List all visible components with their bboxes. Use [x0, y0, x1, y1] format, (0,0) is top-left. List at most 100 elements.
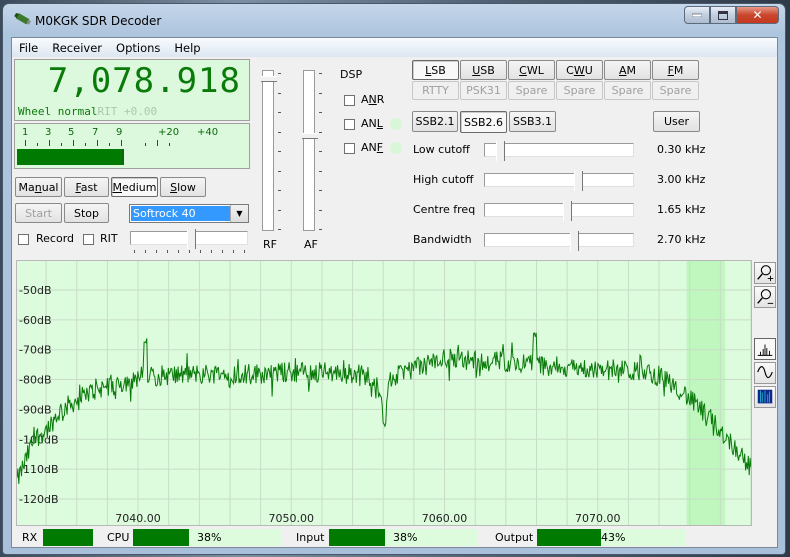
- menu-file[interactable]: File: [12, 41, 45, 55]
- minimize-button[interactable]: [684, 6, 710, 24]
- filter-high-cutoff-slider[interactable]: [484, 171, 634, 191]
- rx-label: RX: [22, 531, 38, 544]
- y-tick-label: -60dB: [19, 314, 52, 327]
- chevron-down-icon[interactable]: ▼: [230, 205, 248, 222]
- s-meter-scale-label: +20: [158, 127, 180, 138]
- slider-track: [484, 233, 634, 247]
- rf-gain-slider[interactable]: [261, 70, 277, 231]
- gain-tick: [278, 112, 281, 113]
- mode-lsb-button[interactable]: LSB: [412, 60, 459, 80]
- anr-checkbox[interactable]: [344, 95, 355, 106]
- af-gain-thumb[interactable]: [302, 133, 318, 139]
- output-meter-fill: [537, 529, 601, 546]
- anf-checkbox[interactable]: [344, 143, 355, 154]
- anl-checkbox[interactable]: [344, 119, 355, 130]
- mode-am-button[interactable]: AM: [604, 60, 651, 80]
- x-tick-label: 7050.00: [269, 512, 315, 525]
- mode-spare-button[interactable]: Spare: [652, 81, 699, 100]
- rit-tick: [211, 250, 212, 253]
- cpu-label: CPU: [107, 531, 130, 544]
- menu-receiver[interactable]: Receiver: [45, 41, 109, 55]
- gain-tick: [319, 73, 322, 74]
- mode-cwl-button[interactable]: CWL: [508, 60, 555, 80]
- zoom-in-button[interactable]: [754, 262, 776, 284]
- gain-tick: [278, 131, 281, 133]
- rit-tick: [222, 250, 223, 253]
- zoom-in-icon: [757, 265, 774, 282]
- filter-user-button[interactable]: User: [653, 111, 700, 132]
- slider-track: [484, 203, 634, 217]
- filter-ssb26-button[interactable]: SSB2.6: [460, 111, 507, 133]
- wheel-mode: Wheel normalRIT +0.00: [18, 105, 157, 118]
- menu-options[interactable]: Options: [109, 41, 167, 55]
- filter-centre-freq-slider[interactable]: [484, 201, 634, 221]
- spectrum-display[interactable]: -50dB -60dB -70dB -80dB -90dB -100dB -110dB -12…: [16, 260, 752, 526]
- menu-bar: File Receiver Options Help: [12, 38, 777, 57]
- rf-gain-thumb[interactable]: [261, 75, 277, 82]
- mode-rtty-button[interactable]: RTTY: [412, 81, 459, 100]
- y-tick-label: -120dB: [19, 493, 59, 506]
- gain-tick: [278, 190, 281, 191]
- agc-medium-button[interactable]: Medium: [111, 177, 158, 197]
- s-meter-tick: [61, 143, 62, 146]
- filter-ssb31-button[interactable]: SSB3.1: [509, 111, 556, 132]
- agc-manual-button[interactable]: Manual: [15, 177, 62, 197]
- mode-usb-button[interactable]: USB: [460, 60, 507, 80]
- menu-help[interactable]: Help: [167, 41, 207, 55]
- rit-slider-thumb[interactable]: [187, 229, 196, 249]
- mode-cwu-button[interactable]: CWU: [556, 60, 603, 80]
- gain-tick: [278, 229, 281, 230]
- mode-psk31-button[interactable]: PSK31: [460, 81, 507, 100]
- af-gain-slider[interactable]: [302, 70, 318, 231]
- waterfall-view-button[interactable]: [754, 386, 776, 408]
- rit-tick: [200, 250, 201, 253]
- zoom-out-button[interactable]: [754, 286, 776, 308]
- s-meter-scale-label: 9: [116, 127, 123, 138]
- gain-tick: [278, 170, 281, 172]
- rit-slider[interactable]: [130, 229, 248, 249]
- agc-fast-button[interactable]: Fast: [64, 177, 109, 197]
- s-meter-peak: [122, 149, 124, 165]
- device-select-value: Softrock 40: [131, 206, 230, 221]
- slider-thumb[interactable]: [495, 141, 505, 161]
- x-tick-label: 7060.00: [422, 512, 468, 525]
- s-meter-tick: [85, 143, 86, 146]
- mode-spare-button[interactable]: Spare: [604, 81, 651, 100]
- waveform-view-icon: [757, 366, 773, 379]
- stop-button[interactable]: Stop: [64, 203, 109, 223]
- af-label: AF: [304, 238, 318, 251]
- slider-thumb[interactable]: [570, 231, 579, 251]
- mode-fm-button[interactable]: FM: [652, 60, 699, 80]
- filter-low-cutoff-slider[interactable]: [484, 141, 634, 161]
- rit-label: RIT: [100, 232, 118, 245]
- gain-tick: [319, 112, 322, 113]
- record-checkbox[interactable]: [18, 234, 29, 245]
- mode-label: PSK31: [466, 84, 501, 97]
- spectrum-trace: [17, 332, 751, 484]
- s-meter-scale-label: 5: [68, 127, 75, 138]
- s-meter-scale-label: +40: [197, 127, 219, 138]
- filter-ssb21-button[interactable]: SSB2.1: [412, 111, 458, 132]
- x-tick-label: 7070.00: [575, 512, 621, 525]
- slider-thumb[interactable]: [574, 171, 584, 191]
- start-button[interactable]: Start: [15, 203, 62, 223]
- gain-tick: [319, 92, 322, 94]
- title-bar[interactable]: M0KGK SDR Decoder ✕: [3, 4, 785, 36]
- gain-tick: [319, 131, 322, 133]
- device-select[interactable]: Softrock 40 ▼: [129, 204, 249, 223]
- waveform-view-button[interactable]: [754, 362, 776, 384]
- mode-label: LSB: [425, 63, 446, 77]
- slider-thumb[interactable]: [563, 201, 572, 221]
- frequency-display[interactable]: 7,078.918 Wheel normalRIT +0.00: [14, 59, 250, 121]
- mode-spare-button[interactable]: Spare: [508, 81, 555, 100]
- filter-bandwidth-slider[interactable]: [484, 231, 634, 251]
- dsp-title: DSP: [340, 68, 363, 81]
- maximize-button[interactable]: [710, 6, 736, 24]
- rit-checkbox[interactable]: [83, 234, 94, 245]
- mode-spare-button[interactable]: Spare: [556, 81, 603, 100]
- agc-slow-button[interactable]: Slow: [160, 177, 206, 197]
- close-button[interactable]: ✕: [736, 6, 779, 24]
- y-tick-label: -80dB: [19, 374, 52, 387]
- mode-label: CWU: [566, 63, 593, 77]
- spectrum-view-button[interactable]: [754, 338, 776, 360]
